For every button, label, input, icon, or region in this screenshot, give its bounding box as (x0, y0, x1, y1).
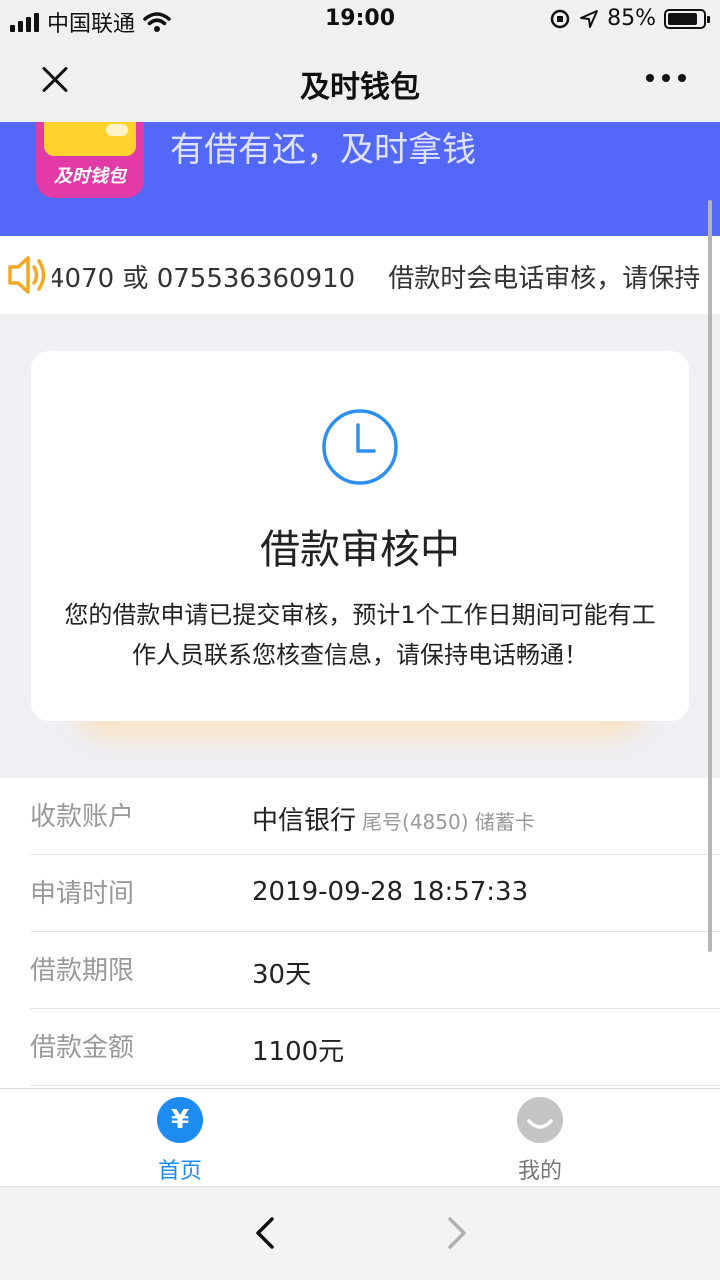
detail-value: 中信银行 尾号(4850) 储蓄卡 (252, 800, 535, 837)
tab-home-label: 首页 (157, 1159, 202, 1184)
tab-mine-label: 我的 (517, 1159, 562, 1184)
detail-label: 申请时间 (30, 879, 135, 909)
bank-name: 中信银行 (252, 806, 357, 836)
status-right: 85% (549, 6, 710, 31)
detail-label: 收款账户 (30, 802, 135, 832)
battery-percent: 85% (607, 6, 656, 31)
detail-label: 借款金额 (30, 1033, 135, 1063)
battery-fill (668, 12, 697, 25)
smile-icon (517, 1097, 563, 1143)
more-icon[interactable] (646, 74, 686, 82)
back-arrow-icon[interactable] (246, 1213, 286, 1253)
banner: 及时钱包 有借有还，及时拿钱 (0, 122, 720, 236)
detail-row-term: 借款期限 30天 (30, 932, 720, 1009)
detail-value: 30天 (252, 960, 312, 990)
notice-bar: 4070 或 075536360910 借款时会电话审核，请保持 (0, 236, 720, 314)
detail-row-account: 收款账户 中信银行 尾号(4850) 储蓄卡 (30, 778, 720, 855)
tab-bar: ¥ 首页 我的 (0, 1088, 720, 1186)
app-logo: 及时钱包 (36, 122, 144, 198)
banner-slogan: 有借有还，及时拿钱 (170, 130, 476, 170)
battery-icon (664, 8, 710, 29)
detail-label: 借款期限 (30, 956, 135, 986)
status-card: 借款审核中 您的借款申请已提交审核，预计1个工作日期间可能有工作人员联系您核查信… (31, 351, 689, 721)
tab-home[interactable]: ¥ 首页 (0, 1089, 360, 1187)
status-title: 借款审核中 (260, 527, 460, 573)
detail-value: 1100元 (252, 1037, 345, 1067)
detail-value: 2019-09-28 18:57:33 (252, 877, 529, 907)
detail-row-time: 申请时间 2019-09-28 18:57:33 (30, 855, 720, 932)
detail-row-amount: 借款金额 1100元 (30, 1009, 720, 1086)
notice-text: 4070 或 075536360910 借款时会电话审核，请保持 (48, 264, 701, 294)
location-arrow-icon (580, 9, 599, 28)
clock-icon (322, 409, 398, 485)
page-title: 及时钱包 (300, 70, 420, 105)
card-info: 尾号(4850) 储蓄卡 (362, 810, 535, 834)
speaker-icon (4, 252, 52, 298)
forward-arrow-icon[interactable] (436, 1213, 476, 1253)
browser-toolbar (0, 1186, 720, 1280)
rotation-lock-icon (550, 9, 570, 28)
scrollbar[interactable] (708, 200, 712, 952)
loan-details: 收款账户 中信银行 尾号(4850) 储蓄卡 申请时间 2019-09-28 18… (0, 778, 720, 1088)
wallet-icon (44, 122, 136, 156)
yen-icon: ¥ (157, 1097, 203, 1143)
logo-text: 及时钱包 (54, 166, 126, 187)
status-bar: 中国联通 19:00 85% (0, 0, 720, 40)
status-description: 您的借款申请已提交审核，预计1个工作日期间可能有工作人员联系您核查信息，请保持电… (64, 601, 656, 669)
tab-mine[interactable]: 我的 (360, 1089, 720, 1187)
nav-bar: 及时钱包 (0, 40, 720, 122)
